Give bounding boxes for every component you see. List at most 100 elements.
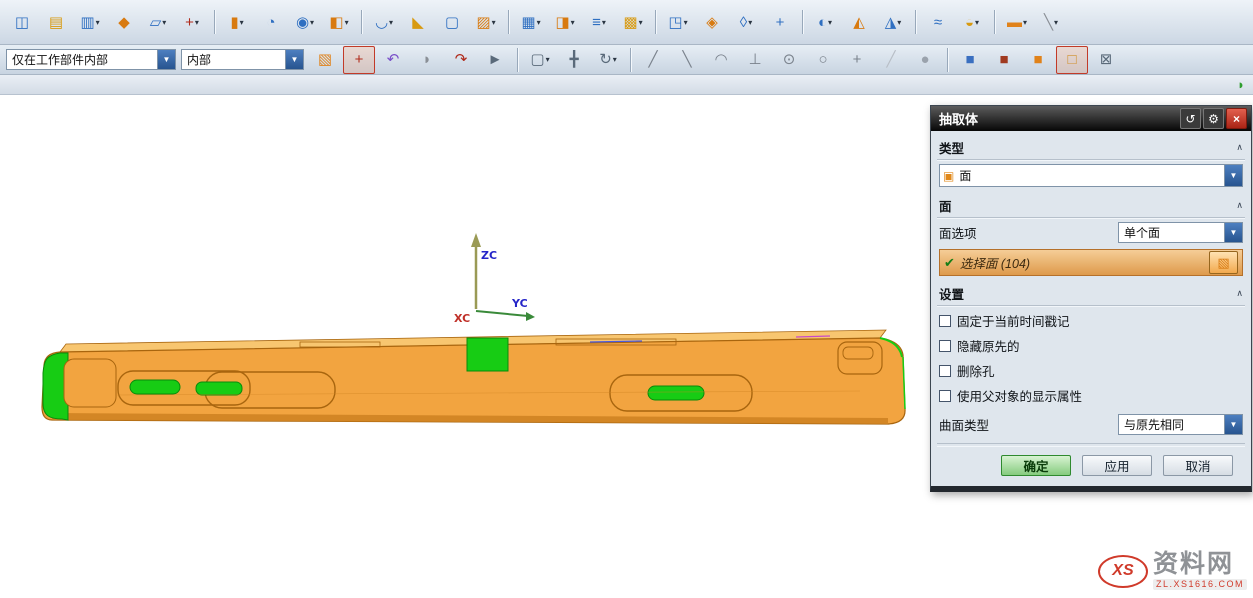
snap-intersection-icon[interactable]: + bbox=[841, 46, 873, 74]
y-axis-line[interactable] bbox=[476, 311, 528, 316]
sew-icon[interactable]: ◈ bbox=[696, 8, 728, 36]
selection-scope-dropdown-icon[interactable]: ▼ bbox=[157, 50, 175, 69]
extract-body-icon[interactable]: ◳▾ bbox=[662, 8, 694, 36]
checkbox-hide-original[interactable]: 隐藏原先的 bbox=[937, 333, 1245, 358]
thicken-icon[interactable]: ▩▾ bbox=[617, 8, 649, 36]
work-layer-icon[interactable]: ▧ bbox=[309, 46, 341, 74]
watermark: XS 资料网 ZL.XS1616.COM bbox=[1098, 552, 1247, 590]
snap-perpendicular-icon[interactable]: ⊥ bbox=[739, 46, 771, 74]
select-face-row[interactable]: ✔ 选择面 (104) ▧ bbox=[939, 249, 1243, 276]
datum-csys-icon[interactable]: + bbox=[764, 8, 796, 36]
checkbox-box[interactable] bbox=[939, 365, 951, 377]
collapse-chevron-icon[interactable]: ∧ bbox=[1236, 200, 1243, 211]
surface-type-combo[interactable]: 与原先相同 ▼ bbox=[1118, 414, 1243, 435]
shaded-view-icon[interactable]: ■ bbox=[954, 46, 986, 74]
selection-scope-combo[interactable]: 仅在工作部件内部 ▼ bbox=[6, 49, 176, 70]
save-part-icon[interactable]: ▥▾ bbox=[74, 8, 106, 36]
select-face-button[interactable]: ▧ bbox=[1209, 251, 1238, 274]
undo-icon[interactable]: ↶ bbox=[377, 46, 409, 74]
cancel-button[interactable]: 取消 bbox=[1163, 455, 1233, 476]
dialog-titlebar[interactable]: 抽取体 ↺ ⚙ × bbox=[931, 106, 1251, 131]
checkbox-box[interactable] bbox=[939, 390, 951, 402]
type-combo[interactable]: ▣ 面 ▼ bbox=[939, 164, 1243, 187]
grab-pointer-icon[interactable]: ► bbox=[479, 46, 511, 74]
snap-endpoint-icon[interactable]: ╱ bbox=[637, 46, 669, 74]
tools-icon[interactable]: ◒▾ bbox=[956, 8, 988, 36]
y-axis-arrow[interactable] bbox=[526, 312, 535, 321]
left-boss[interactable] bbox=[64, 359, 116, 407]
move-handles-icon[interactable]: ╋ bbox=[558, 46, 590, 74]
point-icon[interactable]: +▾ bbox=[176, 8, 208, 36]
dialog-reset-button[interactable]: ↺ bbox=[1180, 108, 1201, 129]
selected-face-slot-1[interactable] bbox=[130, 380, 180, 394]
patch-body-icon[interactable]: ◊▾ bbox=[730, 8, 762, 36]
menu-arrow-icon: ▾ bbox=[748, 18, 752, 27]
redo-icon[interactable]: ↷ bbox=[445, 46, 477, 74]
synchronous-modeling-icon[interactable]: ◮▾ bbox=[877, 8, 909, 36]
shell-icon[interactable]: ▢ bbox=[436, 8, 468, 36]
part-navigator-icon[interactable]: ◫ bbox=[6, 8, 38, 36]
snap-circle-icon[interactable]: ○ bbox=[807, 46, 839, 74]
extrude-icon[interactable]: ▮▾ bbox=[221, 8, 253, 36]
selected-face-slot-2[interactable] bbox=[196, 382, 242, 395]
z-axis-arrow[interactable] bbox=[471, 233, 481, 247]
studio-view-icon[interactable]: □ bbox=[1056, 46, 1088, 74]
open-part-icon[interactable]: ▤ bbox=[40, 8, 72, 36]
coordinate-triad[interactable]: ZC YC XC bbox=[454, 233, 535, 325]
selected-face-slot-3[interactable] bbox=[648, 386, 704, 400]
clip-section-icon[interactable]: ⊠ bbox=[1090, 46, 1122, 74]
revolve-icon[interactable]: ◔ bbox=[255, 8, 287, 36]
face-analysis-view-icon[interactable]: ■ bbox=[1022, 46, 1054, 74]
rotate-handles-icon[interactable]: ↻▾ bbox=[592, 46, 624, 74]
move-object-icon[interactable]: ◭ bbox=[843, 8, 875, 36]
face-option-combo[interactable]: 单个面 ▼ bbox=[1118, 222, 1243, 243]
section-face-header[interactable]: 面 ∧ bbox=[937, 192, 1245, 218]
trim-body-icon[interactable]: ▨▾ bbox=[470, 8, 502, 36]
annotate-pencil-icon[interactable]: ╲▾ bbox=[1035, 8, 1067, 36]
chamfer-icon[interactable]: ◣ bbox=[402, 8, 434, 36]
apply-button[interactable]: 应用 bbox=[1082, 455, 1152, 476]
type-combo-dropdown-icon[interactable]: ▼ bbox=[1224, 165, 1242, 186]
dialog-close-button[interactable]: × bbox=[1226, 108, 1247, 129]
checkbox-delete-holes[interactable]: 删除孔 bbox=[937, 358, 1245, 383]
3d-model[interactable] bbox=[42, 330, 905, 424]
filter-combo-dropdown-icon[interactable]: ▼ bbox=[285, 50, 303, 69]
snap-center-icon[interactable]: ⊙ bbox=[773, 46, 805, 74]
checkbox-box[interactable] bbox=[939, 315, 951, 327]
mirror-feature-icon[interactable]: ◨▾ bbox=[549, 8, 581, 36]
pattern-feature-icon[interactable]: ▦▾ bbox=[515, 8, 547, 36]
boolean-unite-icon[interactable]: ◧▾ bbox=[323, 8, 355, 36]
collapse-chevron-icon[interactable]: ∧ bbox=[1236, 142, 1243, 153]
snap-point-icon[interactable]: + bbox=[343, 46, 375, 74]
snap-midpoint-icon[interactable]: ╲ bbox=[671, 46, 703, 74]
section-type-header[interactable]: 类型 ∧ bbox=[937, 134, 1245, 160]
surface-type-dropdown-icon[interactable]: ▼ bbox=[1224, 415, 1242, 434]
offset-surface-icon[interactable]: ≡▾ bbox=[583, 8, 615, 36]
wireframe-view-icon[interactable]: ■ bbox=[988, 46, 1020, 74]
snap-point-on-curve-icon[interactable]: ╱ bbox=[875, 46, 907, 74]
sketch-icon[interactable]: ◆ bbox=[108, 8, 140, 36]
expressions-icon[interactable]: ≈ bbox=[922, 8, 954, 36]
section-settings-header[interactable]: 设置 ∧ bbox=[937, 280, 1245, 306]
watermark-logo: XS bbox=[1098, 555, 1148, 588]
checkbox-box[interactable] bbox=[939, 340, 951, 352]
checkbox-fix-timestamp[interactable]: 固定于当前时间戳记 bbox=[937, 308, 1245, 333]
rect-select-icon[interactable]: ▢▾ bbox=[524, 46, 556, 74]
collapse-chevron-icon[interactable]: ∧ bbox=[1236, 288, 1243, 299]
datum-plane-icon[interactable]: ▱▾ bbox=[142, 8, 174, 36]
filter-combo[interactable]: 内部 ▼ bbox=[181, 49, 304, 70]
menu-arrow-icon: ▾ bbox=[345, 18, 349, 27]
view-cone-icon[interactable]: ◗ bbox=[411, 46, 443, 74]
toolbar-separator bbox=[508, 10, 509, 34]
edge-blend-icon[interactable]: ◡▾ bbox=[368, 8, 400, 36]
view-section-icon[interactable]: ◐▾ bbox=[809, 8, 841, 36]
face-option-dropdown-icon[interactable]: ▼ bbox=[1224, 223, 1242, 242]
snap-sphere-icon[interactable]: ● bbox=[909, 46, 941, 74]
snap-arc-icon[interactable]: ◠ bbox=[705, 46, 737, 74]
hole-icon[interactable]: ◉▾ bbox=[289, 8, 321, 36]
ok-button[interactable]: 确定 bbox=[1001, 455, 1071, 476]
selected-face-center[interactable] bbox=[467, 338, 508, 371]
checkbox-inherit-display[interactable]: 使用父对象的显示属性 bbox=[937, 383, 1245, 408]
dialog-settings-button[interactable]: ⚙ bbox=[1203, 108, 1224, 129]
measure-ruler-icon[interactable]: ▬▾ bbox=[1001, 8, 1033, 36]
